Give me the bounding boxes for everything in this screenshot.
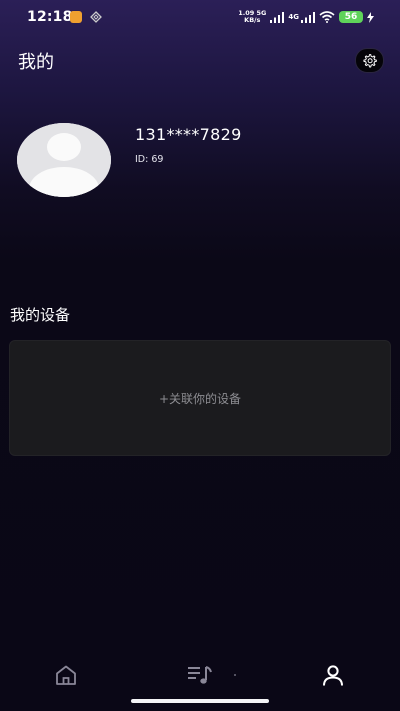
tab-music[interactable]: [185, 662, 215, 688]
network-speed-unit: KB/s: [244, 16, 261, 24]
app-notification-icon: [70, 11, 82, 23]
nfc-icon: [90, 11, 102, 23]
status-time: 12:18: [27, 9, 73, 25]
home-indicator[interactable]: [131, 699, 269, 703]
signal-icon: [301, 11, 315, 23]
status-bar: 12:18 1.09 5G KB/s 4G 56: [0, 0, 400, 36]
add-device-card[interactable]: +关联你的设备: [9, 340, 391, 456]
devices-section-title: 我的设备: [10, 306, 71, 324]
network-4g-label: 4G: [288, 13, 299, 21]
battery-icon: 56: [339, 11, 363, 23]
tab-home[interactable]: [51, 662, 81, 688]
charging-icon: [367, 11, 374, 23]
user-phone: 131****7829: [135, 125, 242, 144]
page-title: 我的: [18, 52, 54, 73]
wifi-icon: [319, 11, 335, 23]
music-list-icon: [188, 666, 212, 684]
settings-button[interactable]: [355, 48, 384, 73]
tab-profile[interactable]: [318, 662, 348, 688]
person-icon: [323, 665, 343, 686]
gear-icon: [363, 54, 377, 68]
status-icons: 1.09 5G KB/s 4G 56: [238, 9, 374, 25]
signal-icon: [270, 11, 285, 23]
user-id: ID: 69: [135, 154, 164, 165]
home-icon: [56, 665, 76, 685]
avatar-placeholder-icon: [17, 123, 111, 197]
avatar[interactable]: [17, 123, 111, 197]
network-speed: 1.09 5G KB/s: [238, 10, 266, 24]
add-device-label: +关联你的设备: [158, 391, 242, 406]
tab-indicator-dot: [234, 674, 236, 676]
bottom-tab-bar: [0, 650, 400, 700]
